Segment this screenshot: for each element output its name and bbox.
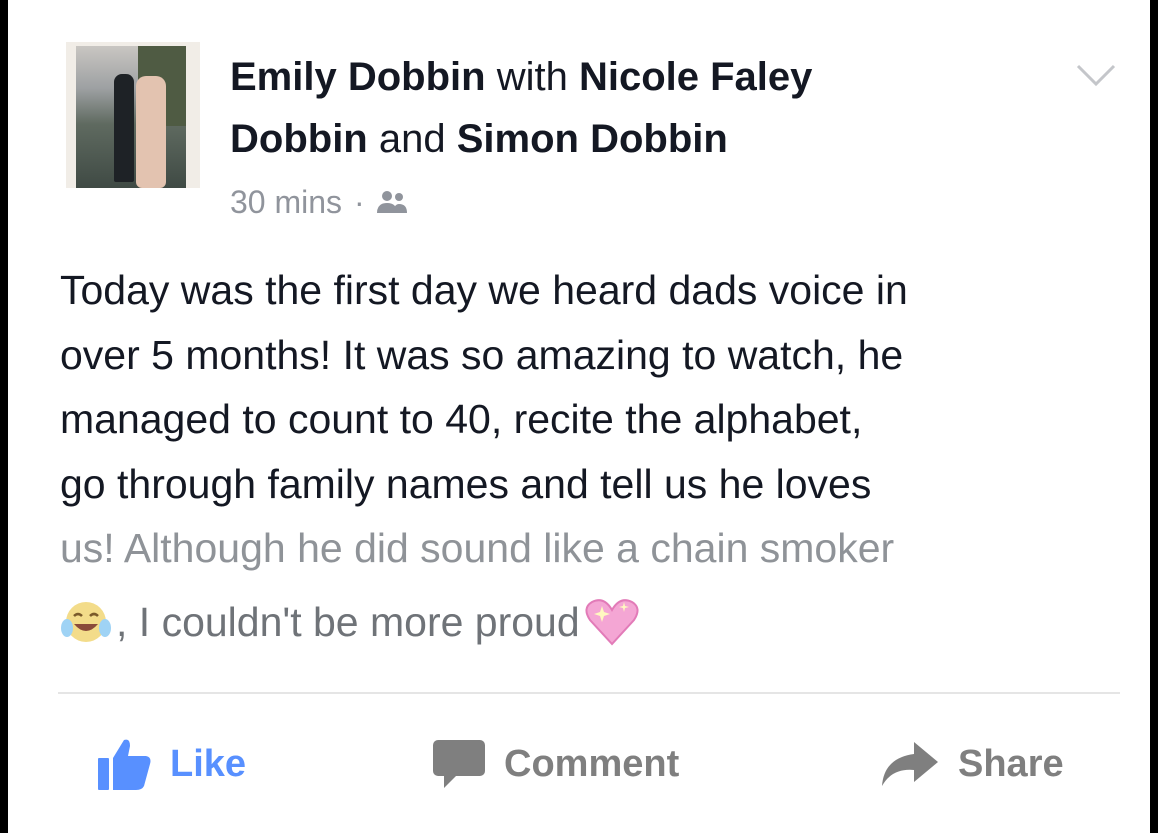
- post-text-line: us! Although he did sound like a chain s…: [60, 525, 895, 571]
- post-text-line: Today was the first day we heard dads vo…: [60, 267, 908, 313]
- comment-button[interactable]: Comment: [432, 732, 679, 796]
- share-arrow-icon: [882, 742, 938, 786]
- avatar[interactable]: [66, 42, 200, 188]
- post-text-line: go through family names and tell us he l…: [60, 460, 872, 507]
- with-word: with: [496, 55, 568, 99]
- post-text-line: over 5 months! It was so amazing to watc…: [60, 331, 904, 378]
- like-label: Like: [170, 742, 247, 785]
- tagged-user-2[interactable]: Simon Dobbin: [457, 117, 728, 161]
- share-button[interactable]: Share: [880, 732, 1064, 796]
- profile-photo: [76, 46, 186, 188]
- post-meta: 30 mins ·: [230, 182, 409, 222]
- post-text-tail-text: , I couldn't be more proud: [116, 598, 580, 645]
- post-header-line-1: Emily Dobbin with Nicole Faley: [230, 51, 812, 103]
- post-text-tail: , I couldn't be more proud: [60, 590, 642, 654]
- sparkling-heart-emoji: [585, 599, 639, 646]
- friends-icon[interactable]: [375, 189, 409, 215]
- comment-icon: [433, 740, 485, 788]
- post-header-line-2: Dobbin and Simon Dobbin: [230, 113, 728, 165]
- chevron-down-icon[interactable]: [1074, 60, 1118, 90]
- tagged-user-1-continued[interactable]: Dobbin: [230, 117, 368, 161]
- photo-person-man: [114, 74, 134, 182]
- tagged-user-1[interactable]: Nicole Faley: [579, 55, 812, 99]
- action-divider: [58, 692, 1120, 694]
- timestamp[interactable]: 30 mins: [230, 184, 342, 221]
- like-button[interactable]: Like: [96, 732, 246, 796]
- author-name[interactable]: Emily Dobbin: [230, 55, 486, 99]
- share-label: Share: [958, 742, 1064, 785]
- post-body: Today was the first day we heard dads vo…: [60, 258, 1130, 581]
- post-card: Emily Dobbin with Nicole Faley Dobbin an…: [8, 0, 1150, 833]
- thumbs-up-icon: [98, 739, 151, 790]
- post-text-line: managed to count to 40, recite the alpha…: [60, 396, 863, 442]
- photo-person-woman: [136, 76, 166, 188]
- and-word: and: [378, 117, 446, 161]
- meta-separator: ·: [354, 183, 365, 220]
- comment-label: Comment: [504, 742, 680, 785]
- face-with-tears-of-joy-emoji: [61, 602, 111, 642]
